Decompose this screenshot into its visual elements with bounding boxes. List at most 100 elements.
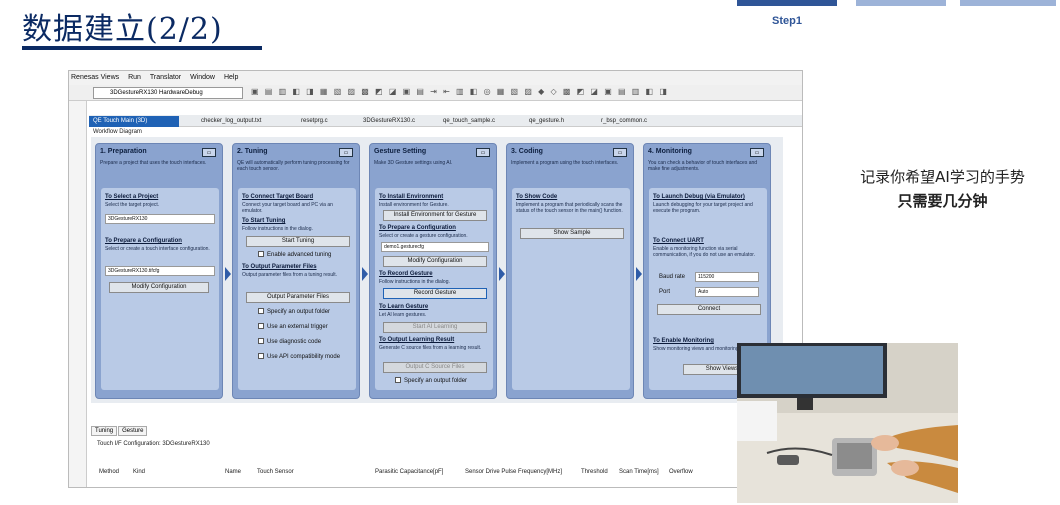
tab-checker-log[interactable]: checker_log_output.txt <box>197 116 261 127</box>
demo-photo-illustration <box>737 343 958 503</box>
touch-config-label: Touch I/F Configuration: 3DGestureRX130 <box>97 441 210 447</box>
tab-resetprg[interactable]: resetprg.c <box>297 116 328 127</box>
modify-configuration-button[interactable]: Modify Configuration <box>383 256 487 267</box>
baud-rate-input[interactable]: 115200 <box>695 272 759 282</box>
api-compat-checkbox[interactable]: Use API compatibility mode <box>258 353 340 360</box>
demo-photo <box>737 343 958 503</box>
workflow-label: Workflow Diagram <box>93 129 142 135</box>
configuration-select[interactable]: 3DGestureRX130.tifcfg <box>105 266 215 276</box>
section-title[interactable]: To Output Learning Result <box>379 337 454 343</box>
panel-coding: 3. Coding ▭ Implement a program using th… <box>506 143 634 399</box>
column-header: Kind <box>133 469 146 475</box>
section-title[interactable]: To Output Parameter Files <box>242 264 317 270</box>
advanced-tuning-checkbox[interactable]: Enable advanced tuning <box>258 251 331 258</box>
tab-qe-touch-sample[interactable]: qe_touch_sample.c <box>439 116 495 127</box>
install-environment-button[interactable]: Install Environment for Gesture <box>383 210 487 221</box>
column-header: Parasitic Capacitance[pF] <box>375 469 444 475</box>
panel-preparation: 1. Preparation ▭ Prepare a project that … <box>95 143 223 399</box>
flow-arrow <box>225 267 231 281</box>
section-description: Follow instructions in the dialog. <box>242 226 313 232</box>
flow-arrow <box>362 267 368 281</box>
specify-output-folder-checkbox[interactable]: Specify an output folder <box>395 377 467 384</box>
panel-body: To Select a Project Select the target pr… <box>101 188 219 390</box>
menu-help[interactable]: Help <box>224 74 238 81</box>
section-description: Install environment for Gesture. <box>379 202 449 208</box>
output-folder-checkbox[interactable]: Specify an output folder <box>258 308 330 315</box>
connect-button[interactable]: Connect <box>657 304 761 315</box>
section-title[interactable]: To Prepare a Configuration <box>105 238 182 244</box>
column-header: Touch Sensor <box>257 469 294 475</box>
toolbar-icons[interactable]: ▣ ▤ ▥ ◧ ◨ ▦ ▧ ▨ ▩ ◩ ◪ ▣ ▤ ⇥ ⇤ ▥ ◧ ◎ ▦ ▧ … <box>251 87 669 96</box>
start-tuning-button[interactable]: Start Tuning <box>246 236 350 247</box>
flow-arrow <box>636 267 642 281</box>
launch-target-select[interactable]: 3DGestureRX130 HardwareDebug <box>93 87 243 99</box>
help-icon[interactable]: ▭ <box>339 148 353 157</box>
panel-tuning: 2. Tuning ▭ QE will automatically perfor… <box>232 143 360 399</box>
section-title[interactable]: To Record Gesture <box>379 271 433 277</box>
column-header: Sensor Drive Pulse Frequency[MHz] <box>465 469 563 475</box>
record-gesture-button[interactable]: Record Gesture <box>383 288 487 299</box>
section-description: Select the target project. <box>105 202 160 208</box>
section-description: Follow instructions in the dialog. <box>379 279 450 285</box>
section-title[interactable]: To Connect UART <box>653 238 704 244</box>
column-header: Threshold <box>581 469 608 475</box>
tab-gesture[interactable]: Gesture <box>118 426 148 436</box>
gesture-config-select[interactable]: demo1.gesturecfg <box>381 242 489 252</box>
tab-r-bsp-common[interactable]: r_bsp_common.c <box>597 116 647 127</box>
slide-caption: 记录你希望AI学习的手势 只需要几分钟 <box>830 165 1055 213</box>
panel-description: Make 3D Gesture settings using AI. <box>374 160 453 166</box>
tab-qe-touch-main[interactable]: QE Touch Main (3D) <box>89 116 179 127</box>
tab-gesture-rx130[interactable]: 3DGestureRX130.c <box>359 116 415 127</box>
column-header: Overflow <box>669 469 693 475</box>
section-title[interactable]: To Enable Monitoring <box>653 338 714 344</box>
menu-translator[interactable]: Translator <box>150 74 181 81</box>
help-icon[interactable]: ▭ <box>202 148 216 157</box>
section-title[interactable]: To Launch Debug (via Emulator) <box>653 194 745 200</box>
show-sample-button[interactable]: Show Sample <box>520 228 624 239</box>
menu-window[interactable]: Window <box>190 74 215 81</box>
modify-configuration-button[interactable]: Modify Configuration <box>109 282 209 293</box>
section-title[interactable]: To Select a Project <box>105 194 158 200</box>
section-description: Generate C source files from a learning … <box>379 345 482 351</box>
section-description: Select or create a gesture configuration… <box>379 233 468 239</box>
help-icon[interactable]: ▭ <box>750 148 764 157</box>
section-description: Enable a monitoring function via serial … <box>653 246 756 258</box>
port-select[interactable]: Auto <box>695 287 759 297</box>
section-title[interactable]: To Start Tuning <box>242 218 285 224</box>
menu-renesas-views[interactable]: Renesas Views <box>71 74 119 81</box>
slide-title: 数据建立(2/2) <box>22 12 223 47</box>
external-trigger-checkbox[interactable]: Use an external trigger <box>258 323 328 330</box>
help-icon[interactable]: ▭ <box>613 148 627 157</box>
help-icon[interactable]: ▭ <box>476 148 490 157</box>
panel-description: Prepare a project that uses the touch in… <box>100 160 207 166</box>
section-description: Let AI learn gestures. <box>379 312 427 318</box>
project-explorer-panel[interactable] <box>69 101 87 487</box>
column-header: Scan Time[ms] <box>619 469 659 475</box>
section-description: Launch debugging for your target project… <box>653 202 753 214</box>
section-title[interactable]: To Prepare a Configuration <box>379 225 456 231</box>
step-label: Step1 <box>772 15 802 27</box>
diagnostic-code-checkbox[interactable]: Use diagnostic code <box>258 338 321 345</box>
start-ai-learning-button[interactable]: Start AI Learning <box>383 322 487 333</box>
panel-title: 1. Preparation <box>100 148 147 155</box>
tab-tuning[interactable]: Tuning <box>91 426 118 436</box>
output-parameter-files-button[interactable]: Output Parameter Files <box>246 292 350 303</box>
section-title[interactable]: To Connect Target Board <box>242 194 313 200</box>
section-description: Connect your target board and PC via an … <box>242 202 333 214</box>
section-title[interactable]: To Show Code <box>516 194 557 200</box>
ide-screenshot: Renesas Views Run Translator Window Help… <box>68 70 803 488</box>
project-select[interactable]: 3DGestureRX130 <box>105 214 215 224</box>
tab-qe-gesture[interactable]: qe_gesture.h <box>525 116 564 127</box>
caption-line-1: 记录你希望AI学习的手势 <box>860 168 1025 186</box>
section-title[interactable]: To Install Environment <box>379 194 443 200</box>
baud-rate-label: Baud rate <box>659 274 686 280</box>
section-title[interactable]: To Learn Gesture <box>379 304 428 310</box>
panel-body: To Connect Target Board Connect your tar… <box>238 188 356 390</box>
menu-run[interactable]: Run <box>128 74 141 81</box>
output-c-source-button[interactable]: Output C Source Files <box>383 362 487 373</box>
panel-title: 2. Tuning <box>237 148 268 155</box>
panel-title: Gesture Setting <box>374 148 427 155</box>
panel-body: To Install Environment Install environme… <box>375 188 493 390</box>
toolbar: 3DGestureRX130 HardwareDebug ▣ ▤ ▥ ◧ ◨ ▦… <box>69 85 802 101</box>
step-bar-3 <box>960 0 1056 6</box>
